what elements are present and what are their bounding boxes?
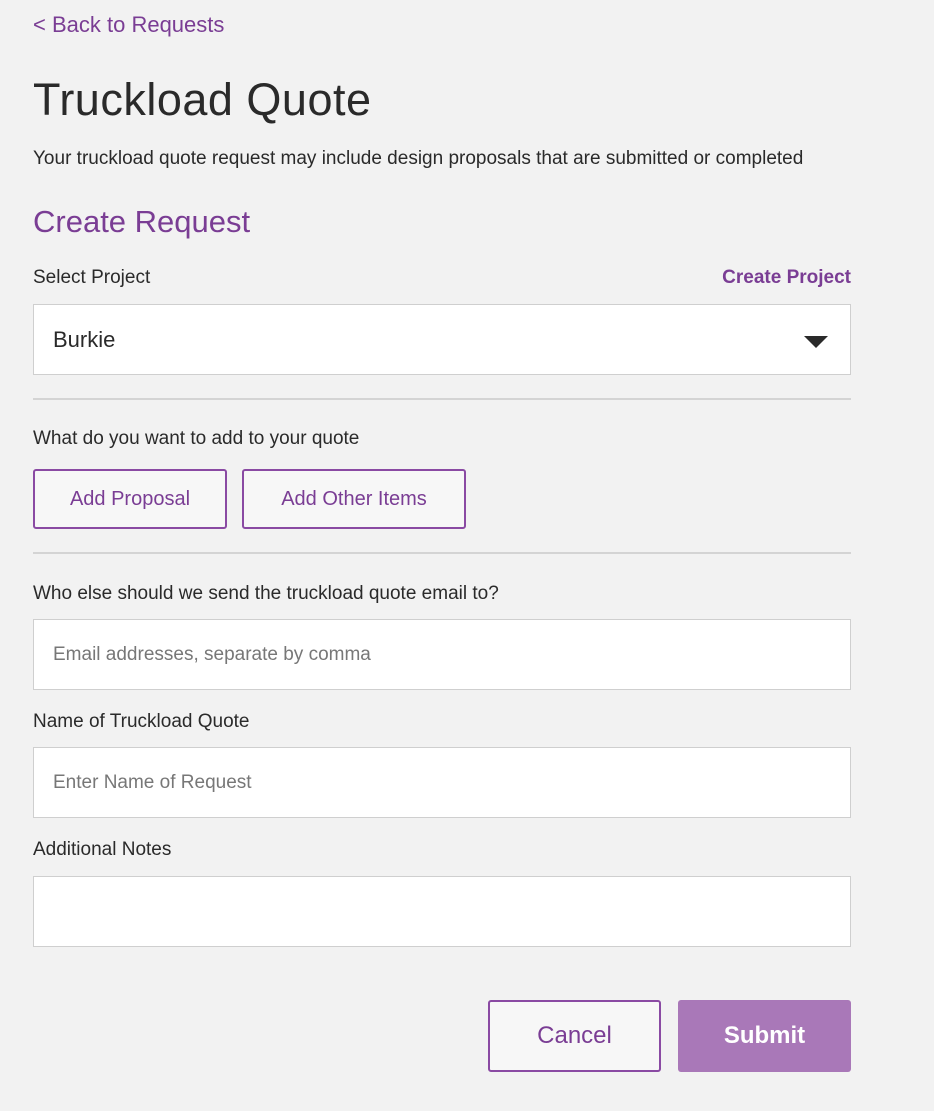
divider (33, 552, 851, 554)
chevron-down-icon[interactable] (804, 336, 828, 348)
submit-button[interactable]: Submit (678, 1000, 851, 1072)
add-to-quote-label: What do you want to add to your quote (33, 428, 360, 449)
email-recipients-input[interactable] (33, 619, 851, 690)
email-recipients-label: Who else should we send the truckload qu… (33, 583, 499, 604)
page-subtitle: Your truckload quote request may include… (33, 148, 804, 169)
create-project-link[interactable]: Create Project (722, 267, 851, 289)
back-to-requests-link[interactable]: < Back to Requests (33, 12, 224, 38)
create-request-heading: Create Request (33, 204, 251, 239)
select-project-label: Select Project (33, 267, 151, 288)
project-select-value: Burkie (53, 327, 116, 352)
page-title: Truckload Quote (33, 74, 372, 125)
add-proposal-button[interactable]: Add Proposal (33, 469, 227, 529)
additional-notes-textarea[interactable] (33, 876, 851, 947)
quote-name-label: Name of Truckload Quote (33, 711, 250, 732)
add-other-items-button[interactable]: Add Other Items (242, 469, 466, 529)
divider (33, 398, 851, 400)
quote-name-input[interactable] (33, 747, 851, 818)
project-select[interactable]: Burkie (33, 304, 851, 375)
additional-notes-label: Additional Notes (33, 839, 172, 860)
cancel-button[interactable]: Cancel (488, 1000, 661, 1072)
